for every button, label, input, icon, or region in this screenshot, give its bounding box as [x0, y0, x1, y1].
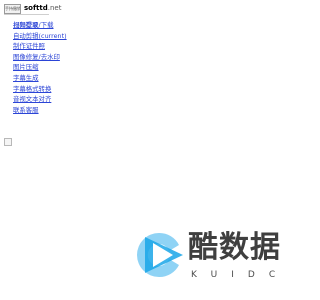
- menu-item-subtitle-convert: 字幕格式转换: [13, 84, 67, 95]
- menu-link-text-align[interactable]: 音视文本对齐: [13, 95, 51, 103]
- play-logo-icon: [137, 232, 183, 278]
- site-name-tld: .net: [47, 4, 62, 12]
- menu-link-subtitle-convert[interactable]: 字幕格式转换: [13, 85, 51, 93]
- brand-name-en: KUIDC: [191, 270, 290, 280]
- menu-link-subtitle-generate[interactable]: 字幕生成: [13, 74, 39, 82]
- site-name-link[interactable]: softtd.net: [24, 4, 61, 13]
- menu-item-id-photo: 制作证件照: [13, 41, 67, 52]
- menu-item-contact: 联系客服: [13, 105, 67, 116]
- site-name-bold: softtd: [24, 4, 48, 12]
- menu-item-image-repair: 图像修复/去水印: [13, 52, 67, 63]
- brand-watermark: 酷数据 KUIDC: [133, 227, 283, 285]
- header-divider: [4, 14, 49, 15]
- menu-link-contact[interactable]: 联系客服: [13, 106, 39, 114]
- login-item: 扫码登录: [13, 20, 39, 31]
- menu-item-auto-edit: 自动剪辑(current): [13, 31, 67, 42]
- menu-item-text-align: 音视文本对齐: [13, 94, 67, 105]
- site-header: 手持撤销 softtd.net: [4, 3, 61, 14]
- menu-link-auto-edit[interactable]: 自动剪辑(current): [13, 32, 67, 40]
- menu-item-subtitle-generate: 字幕生成: [13, 73, 67, 84]
- brand-name-cn: 酷数据: [188, 230, 281, 265]
- menu-link-image-repair[interactable]: 图像修复/去水印: [13, 53, 60, 61]
- broken-image-icon: [4, 138, 12, 146]
- logo-button[interactable]: 手持撤销: [4, 3, 21, 14]
- nav-menu: 视频提取/下载 自动剪辑(current) 制作证件照 图像修复/去水印 图片压…: [13, 20, 67, 115]
- menu-link-image-compress[interactable]: 图片压缩: [13, 63, 39, 71]
- login-link[interactable]: 扫码登录: [13, 21, 39, 29]
- menu-link-id-photo[interactable]: 制作证件照: [13, 42, 45, 50]
- menu-item-image-compress: 图片压缩: [13, 62, 67, 73]
